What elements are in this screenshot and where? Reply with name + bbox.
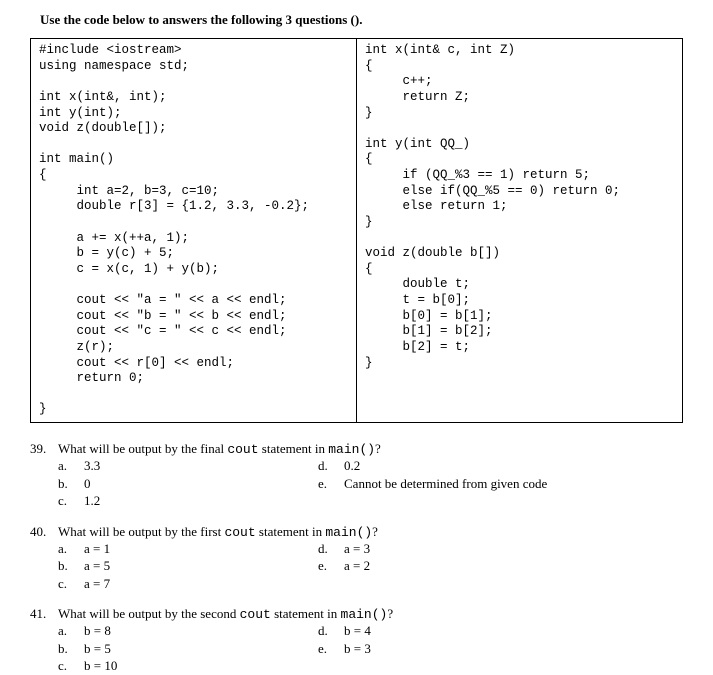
- options: a.a = 1 b.a = 5 c.a = 7 d.a = 3 e.a = 2: [58, 540, 683, 593]
- opt-letter: e.: [318, 475, 344, 493]
- q-mid: statement in: [259, 441, 329, 456]
- question-39: 39. What will be output by the final cou…: [30, 441, 683, 510]
- code-right: int x(int& c, int Z) { c++; return Z; } …: [357, 39, 682, 422]
- option-a: a.3.3: [58, 457, 318, 475]
- opt-val: Cannot be determined from given code: [344, 475, 547, 493]
- options: a.b = 8 b.b = 5 c.b = 10 d.b = 4 e.b = 3: [58, 622, 683, 675]
- code-box: #include <iostream> using namespace std;…: [30, 38, 683, 423]
- q-mono: cout: [227, 442, 258, 457]
- q-mono2: main(): [341, 607, 388, 622]
- q-post: ?: [372, 524, 378, 539]
- q-mono: cout: [224, 525, 255, 540]
- q-pre: What will be output by the second: [58, 606, 240, 621]
- option-d: d.b = 4: [318, 622, 683, 640]
- opt-val: b = 10: [84, 657, 117, 675]
- option-c: c.a = 7: [58, 575, 318, 593]
- question-number: 41.: [30, 606, 58, 622]
- opt-letter: e.: [318, 640, 344, 658]
- opt-letter: d.: [318, 540, 344, 558]
- opt-letter: c.: [58, 657, 84, 675]
- option-b: b.0: [58, 475, 318, 493]
- opt-val: b = 8: [84, 622, 111, 640]
- option-b: b.a = 5: [58, 557, 318, 575]
- opt-letter: b.: [58, 557, 84, 575]
- question-41: 41. What will be output by the second co…: [30, 606, 683, 675]
- opt-val: a = 2: [344, 557, 370, 575]
- opt-val: 0: [84, 475, 91, 493]
- options: a.3.3 b.0 c.1.2 d.0.2 e.Cannot be determ…: [58, 457, 683, 510]
- option-e: e.b = 3: [318, 640, 683, 658]
- opt-val: a = 1: [84, 540, 110, 558]
- opt-val: a = 7: [84, 575, 110, 593]
- opt-val: 3.3: [84, 457, 100, 475]
- opt-val: b = 3: [344, 640, 371, 658]
- q-pre: What will be output by the first: [58, 524, 224, 539]
- opt-letter: e.: [318, 557, 344, 575]
- opt-letter: c.: [58, 575, 84, 593]
- question-number: 39.: [30, 441, 58, 457]
- opt-val: b = 4: [344, 622, 371, 640]
- q-post: ?: [375, 441, 381, 456]
- question-text: What will be output by the final cout st…: [58, 441, 683, 457]
- option-e: e.Cannot be determined from given code: [318, 475, 683, 493]
- question-text: What will be output by the first cout st…: [58, 524, 683, 540]
- opt-letter: c.: [58, 492, 84, 510]
- option-a: a.a = 1: [58, 540, 318, 558]
- q-mono: cout: [240, 607, 271, 622]
- q-mono2: main(): [325, 525, 372, 540]
- option-d: d.0.2: [318, 457, 683, 475]
- option-e: e.a = 2: [318, 557, 683, 575]
- opt-val: b = 5: [84, 640, 111, 658]
- q-pre: What will be output by the final: [58, 441, 227, 456]
- opt-letter: d.: [318, 457, 344, 475]
- opt-val: a = 3: [344, 540, 370, 558]
- question-text: What will be output by the second cout s…: [58, 606, 683, 622]
- q-post: ?: [387, 606, 393, 621]
- option-c: c.1.2: [58, 492, 318, 510]
- opt-letter: a.: [58, 622, 84, 640]
- q-mono2: main(): [328, 442, 375, 457]
- opt-letter: a.: [58, 540, 84, 558]
- opt-val: 0.2: [344, 457, 360, 475]
- option-c: c.b = 10: [58, 657, 318, 675]
- question-number: 40.: [30, 524, 58, 540]
- option-b: b.b = 5: [58, 640, 318, 658]
- code-left: #include <iostream> using namespace std;…: [31, 39, 357, 422]
- instruction-text: Use the code below to answers the follow…: [40, 12, 683, 28]
- question-40: 40. What will be output by the first cou…: [30, 524, 683, 593]
- opt-letter: d.: [318, 622, 344, 640]
- option-a: a.b = 8: [58, 622, 318, 640]
- q-mid: statement in: [256, 524, 326, 539]
- opt-val: a = 5: [84, 557, 110, 575]
- opt-letter: b.: [58, 475, 84, 493]
- opt-letter: b.: [58, 640, 84, 658]
- opt-letter: a.: [58, 457, 84, 475]
- opt-val: 1.2: [84, 492, 100, 510]
- q-mid: statement in: [271, 606, 341, 621]
- option-d: d.a = 3: [318, 540, 683, 558]
